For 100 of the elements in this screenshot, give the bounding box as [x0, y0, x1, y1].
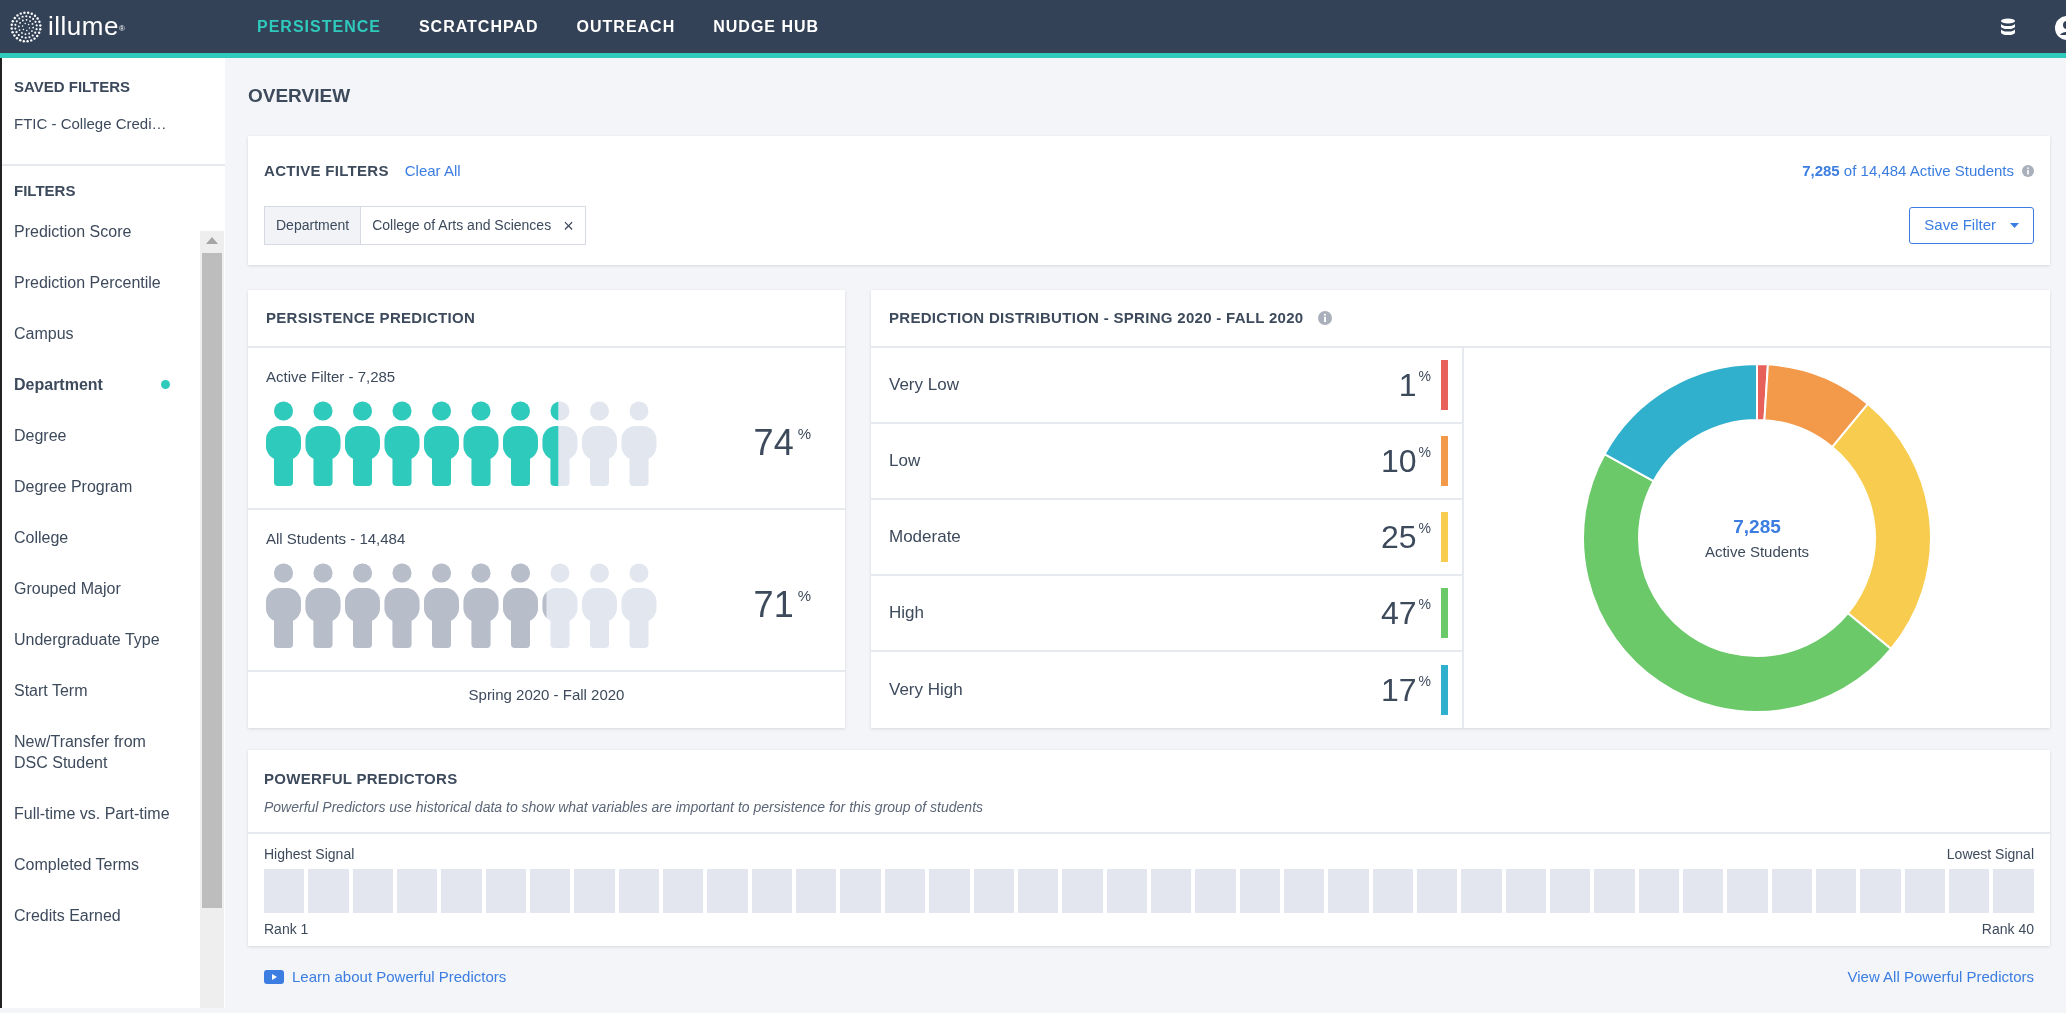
scale-label: Highest Signal [264, 844, 355, 864]
view-all-link[interactable]: View All Powerful Predictors [1847, 965, 2034, 988]
level-label: High [889, 602, 925, 625]
sidebar-heading: SAVED FILTERS [13, 77, 132, 97]
predictor-slot [308, 868, 349, 913]
predictor-slot [1416, 868, 1458, 913]
active-students-count: 7,285 of 14,484 Active Students [1802, 160, 2014, 181]
info-icon[interactable] [2022, 165, 2034, 177]
donut-center-value: 7,285 [1733, 514, 1781, 539]
video-play-icon[interactable] [264, 969, 284, 984]
filter-item[interactable]: Department [2, 359, 182, 410]
nav-tab[interactable]: NUDGE HUB [711, 10, 822, 43]
predictor-slot [264, 868, 305, 913]
level-label: Low [889, 450, 922, 473]
predictor-slot [1683, 868, 1724, 913]
predictor-slot [1771, 868, 1813, 913]
persistence-percent: 74$^{%}$ [753, 425, 812, 461]
scrollbar-thumb[interactable] [202, 253, 222, 908]
chip-field-label: Department [265, 207, 362, 244]
predictor-slot [1106, 868, 1147, 913]
save-filter-button[interactable]: Save Filter [1909, 207, 2034, 244]
predictor-slot [397, 868, 438, 913]
group-label: Active Filter - 7,285 [266, 367, 397, 387]
filter-item[interactable]: Completed Terms [2, 839, 182, 890]
predictor-slot [1993, 868, 2034, 913]
predictor-slot [1505, 868, 1546, 913]
predictor-slot [1062, 868, 1103, 913]
scrollbar[interactable] [200, 231, 224, 1008]
predictor-slot [1638, 868, 1679, 913]
persistence-percent: 71$^{%}$ [753, 587, 812, 623]
learn-link[interactable]: Learn about Powerful Predictors [292, 965, 507, 988]
level-percent: 10$^{%}$ [1380, 445, 1431, 477]
nav-tab[interactable]: OUTREACH [574, 10, 678, 43]
level-percent: 25$^{%}$ [1380, 521, 1431, 553]
period-label: Spring 2020 - Fall 2020 [467, 685, 626, 705]
filter-item[interactable]: New/Transfer from DSC Student [2, 716, 182, 788]
scroll-up-icon[interactable] [206, 237, 218, 244]
saved-filter-item[interactable]: FTIC - College Credi… [2, 98, 179, 135]
predictor-slot [1283, 868, 1325, 913]
clear-all-link[interactable]: Clear All [404, 159, 461, 183]
predictor-slot [1195, 868, 1236, 913]
section-title: POWERFUL PREDICTORS [264, 769, 459, 789]
nav-tab[interactable]: SCRATCHPAD [416, 10, 541, 43]
level-label: Moderate [889, 526, 962, 549]
chip-value: College of Arts and Sciences [372, 216, 552, 235]
filter-item[interactable]: Prediction Score [2, 206, 182, 257]
predictor-slot [1594, 868, 1635, 913]
filter-item[interactable]: Full-time vs. Part-time [2, 788, 182, 839]
logo-text: illume$^{®}$ [48, 10, 126, 43]
info-icon[interactable] [1317, 311, 1332, 325]
predictor-slot [352, 868, 394, 913]
level-label: Very High [889, 679, 964, 702]
caret-icon [2010, 223, 2019, 228]
predictor-slot [796, 868, 837, 913]
scale-label: Lowest Signal [1946, 844, 2034, 864]
section-title: PERSISTENCE PREDICTION [266, 307, 476, 328]
predictor-slot [840, 868, 881, 913]
section-description: Powerful Predictors use historical data to show what variables are important to persistence for this group of students [264, 797, 985, 817]
level-percent: 17$^{%}$ [1380, 674, 1431, 706]
predictor-slot [1949, 868, 1990, 913]
predictor-slot [485, 868, 527, 913]
filter-item[interactable]: Degree [2, 410, 182, 461]
predictor-slot [618, 868, 660, 913]
remove-chip-button[interactable]: × [563, 218, 574, 233]
predictor-slot [441, 868, 482, 913]
filter-item[interactable]: Credits Earned [2, 890, 182, 941]
predictor-slot [707, 868, 748, 913]
section-title: ACTIVE FILTERS [264, 160, 389, 181]
active-dot-icon [161, 380, 170, 389]
filter-item[interactable]: Start Term [2, 665, 182, 716]
predictor-slot [1017, 868, 1059, 913]
rank-label: Rank 1 [264, 919, 309, 939]
predictor-slot [1461, 868, 1502, 913]
predictor-slot [530, 868, 571, 913]
group-label: All Students - 14,484 [266, 529, 407, 549]
level-percent: 47$^{%}$ [1380, 597, 1431, 629]
nav-tab[interactable]: PERSISTENCE [255, 10, 383, 43]
filter-item[interactable]: Campus [2, 308, 182, 359]
predictor-slot [1239, 868, 1280, 913]
database-icon[interactable] [2000, 18, 2016, 37]
page-title: OVERVIEW [248, 84, 352, 108]
filter-item[interactable]: Undergraduate Type [2, 614, 182, 665]
level-percent: 1$^{%}$ [1398, 369, 1431, 401]
section-title: PREDICTION DISTRIBUTION - SPRING 2020 - FALL 2020 [889, 307, 1304, 328]
predictor-slot [663, 868, 704, 913]
predictor-slot [1328, 868, 1369, 913]
filter-item[interactable]: Prediction Percentile [2, 257, 182, 308]
predictor-slot [929, 868, 970, 913]
rank-label: Rank 40 [1981, 919, 2034, 939]
predictor-slot [1904, 868, 1946, 913]
predictor-slot [1860, 868, 1901, 913]
filter-item[interactable]: College [2, 512, 182, 563]
predictor-slot [751, 868, 793, 913]
predictor-slot [1150, 868, 1192, 913]
predictor-slot [1549, 868, 1591, 913]
predictor-slot [1727, 868, 1768, 913]
filter-item[interactable]: Grouped Major [2, 563, 182, 614]
sidebar-heading: FILTERS [13, 180, 77, 201]
starburst-logo-icon [10, 10, 42, 43]
filter-item[interactable]: Degree Program [2, 461, 182, 512]
